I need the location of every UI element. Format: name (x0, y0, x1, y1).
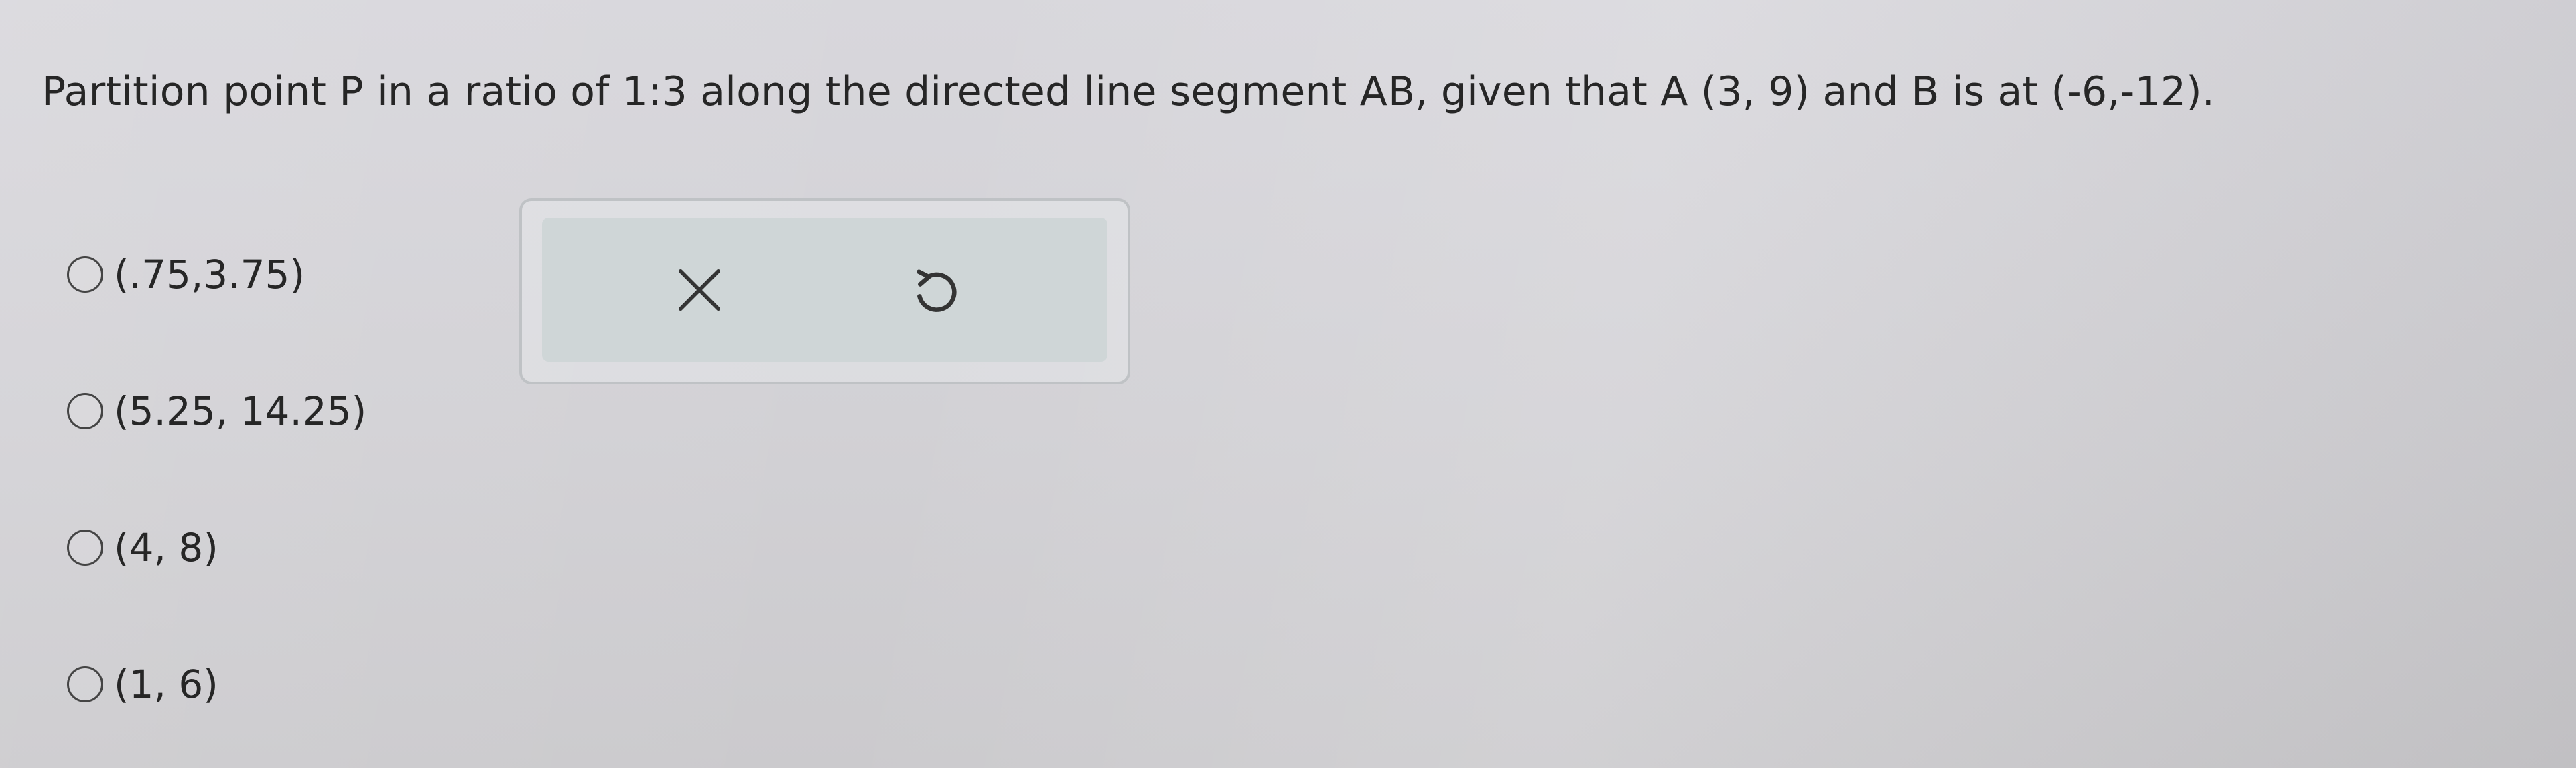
option-4[interactable]: (1, 6) (67, 651, 549, 718)
close-icon (678, 268, 721, 311)
option-label: (.75,3.75) (114, 252, 306, 297)
radio-button[interactable] (67, 666, 103, 702)
option-3[interactable]: (4, 8) (67, 514, 549, 581)
clear-button[interactable] (636, 218, 763, 362)
option-1[interactable]: (.75,3.75) (67, 241, 549, 308)
toolbar-panel (542, 218, 1107, 362)
radio-button[interactable] (67, 256, 103, 293)
question-text: Partition point P in a ratio of 1:3 alon… (42, 68, 2216, 115)
undo-button[interactable] (870, 218, 998, 362)
radio-button[interactable] (67, 393, 103, 429)
option-2[interactable]: (5.25, 14.25) (67, 378, 549, 445)
option-label: (1, 6) (114, 662, 218, 707)
option-label: (4, 8) (114, 525, 218, 570)
radio-button[interactable] (67, 530, 103, 566)
option-label: (5.25, 14.25) (114, 388, 367, 434)
undo-icon (917, 268, 957, 312)
answer-options: (.75,3.75) (5.25, 14.25) (4, 8) (1, 6) (67, 241, 549, 718)
answer-toolbar (519, 198, 1130, 384)
